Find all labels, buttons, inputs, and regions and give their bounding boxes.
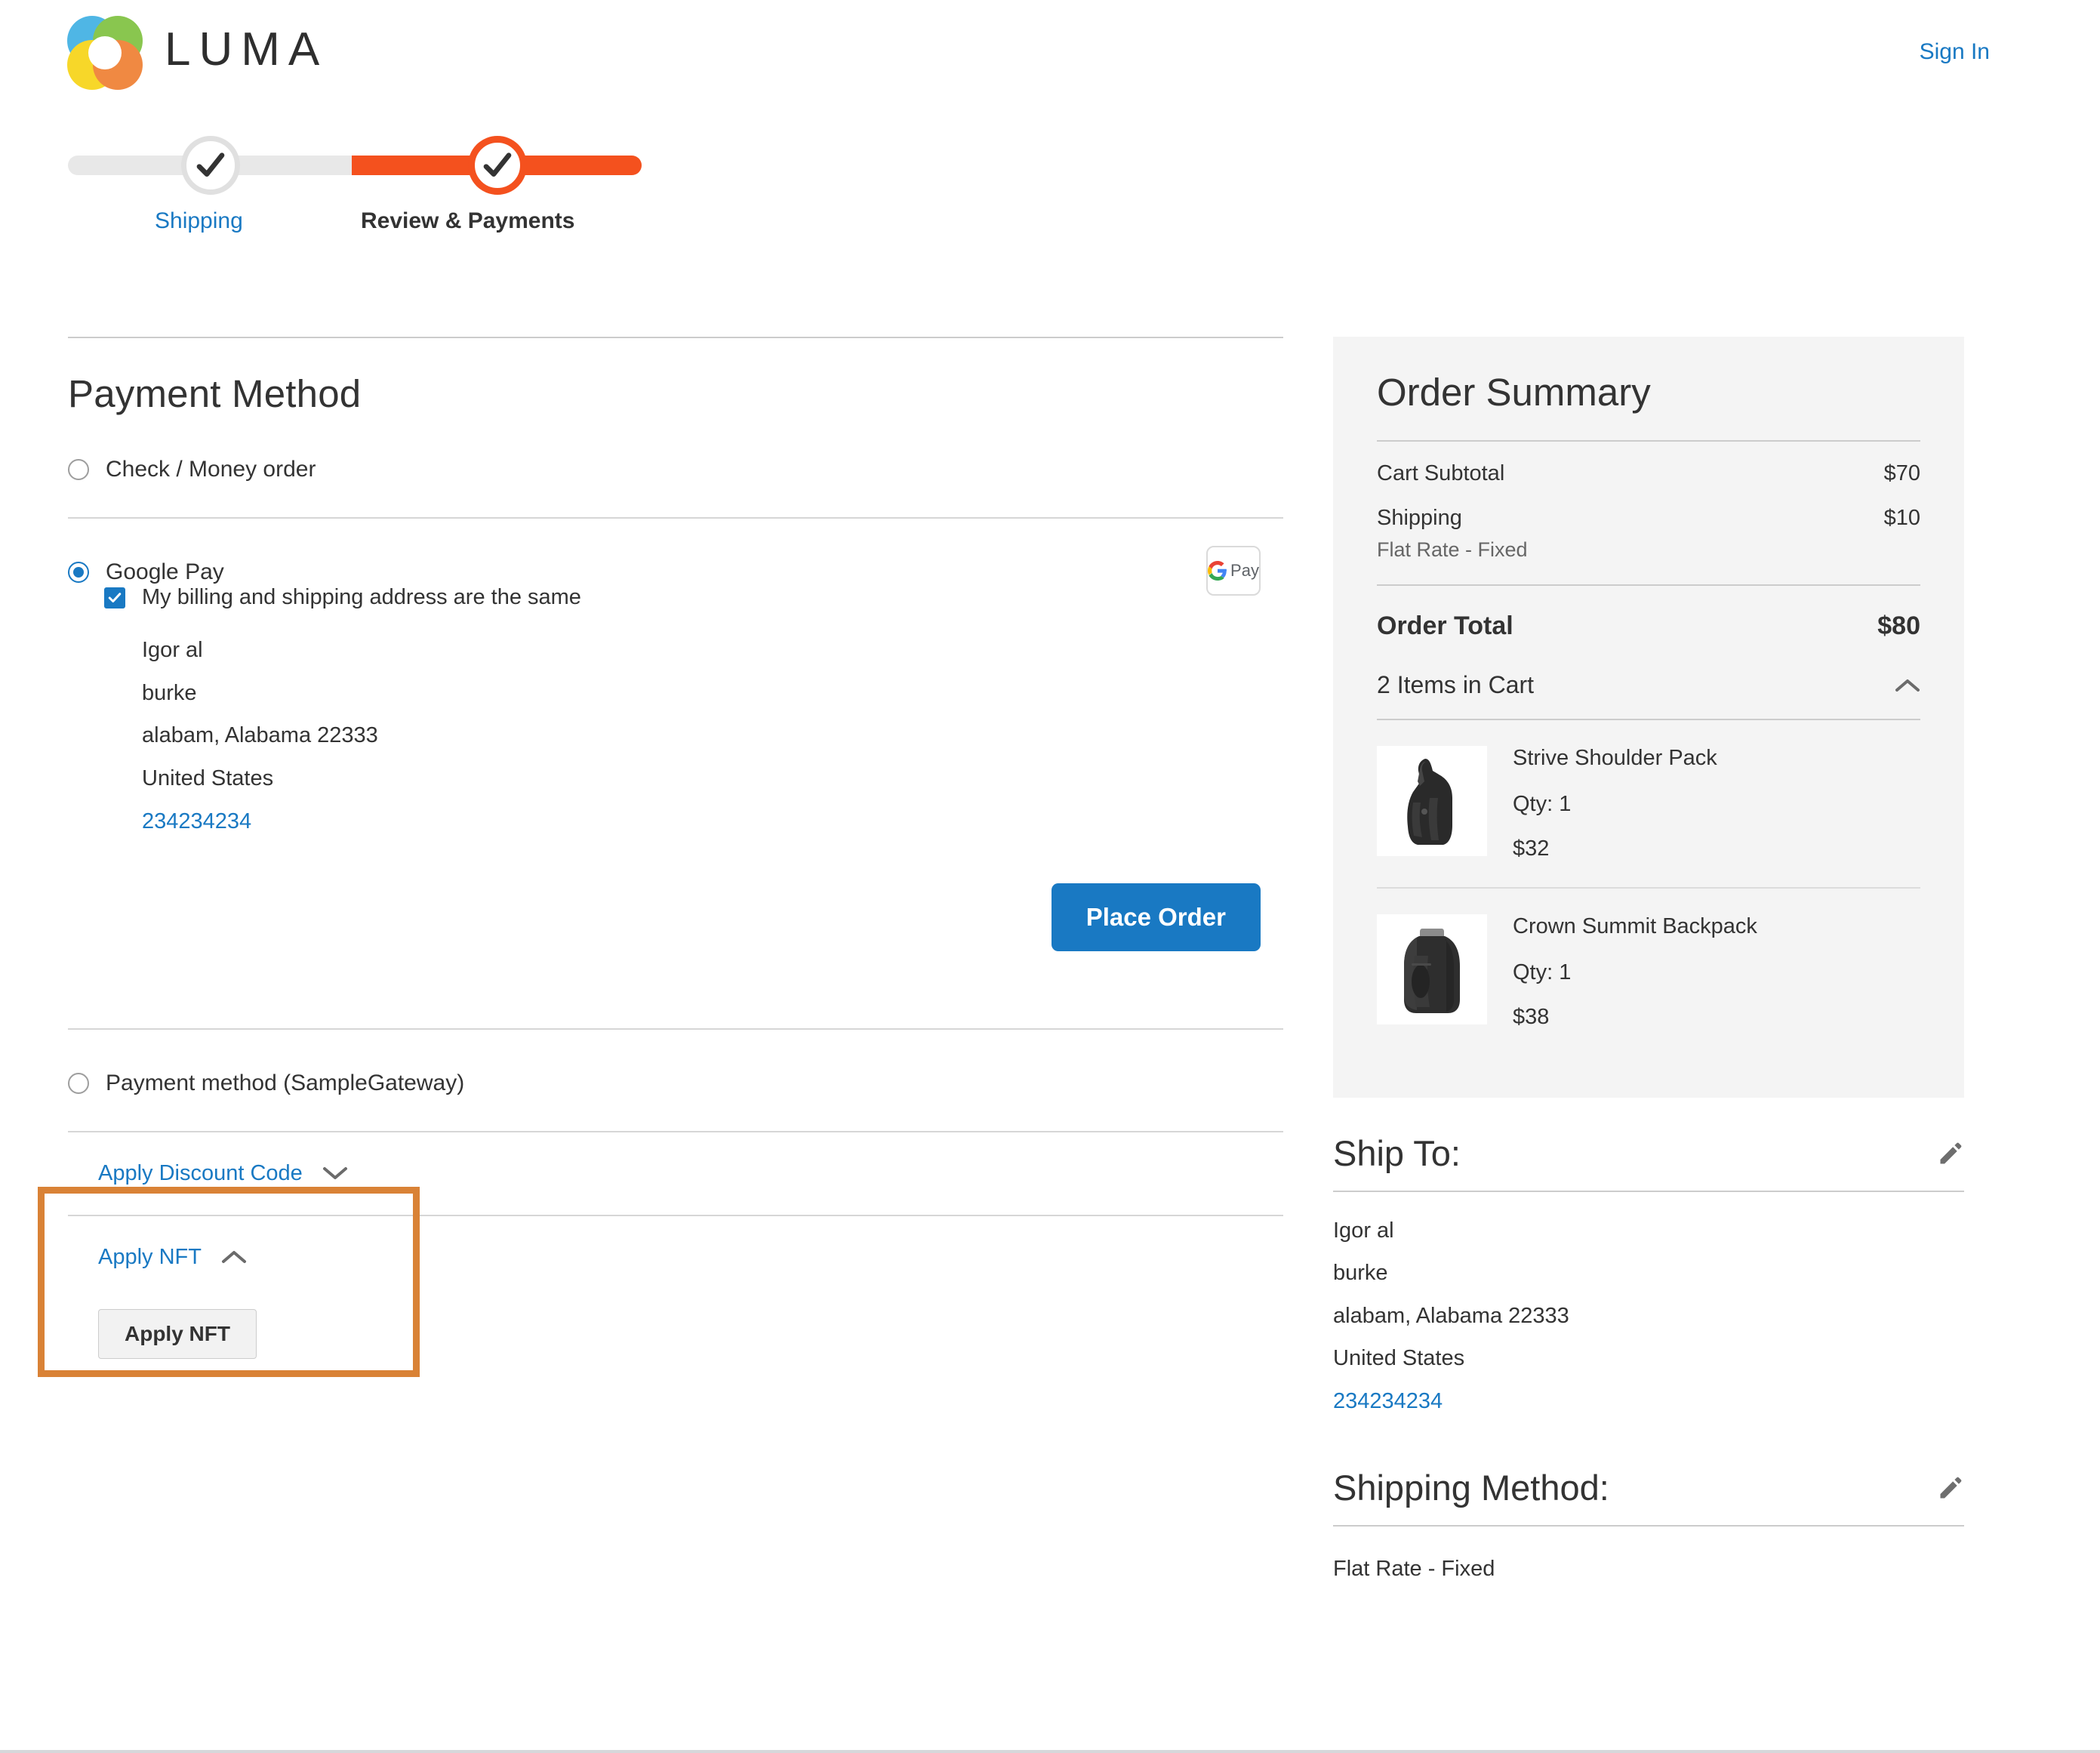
billing-same-as-shipping-label[interactable]: My billing and shipping address are the … <box>142 585 581 610</box>
order-total-label: Order Total <box>1377 612 1513 641</box>
check-icon <box>482 150 513 180</box>
ship-to-block: Ship To: Igor al burke alabam, Alabama 2… <box>1333 1098 1964 1432</box>
sign-in-link[interactable]: Sign In <box>1920 39 1990 65</box>
ship-to-header: Ship To: <box>1333 1132 1964 1191</box>
chevron-up-icon[interactable] <box>1895 678 1920 693</box>
billing-same-as-shipping-row[interactable]: My billing and shipping address are the … <box>104 585 1283 639</box>
summary-line-label: Shipping <box>1377 506 1462 531</box>
payment-option-check-money-order[interactable]: Check / Money order <box>68 416 1283 517</box>
chevron-down-icon[interactable] <box>322 1166 348 1181</box>
order-summary-panel: Order Summary Cart Subtotal $70 Shipping… <box>1333 337 1964 1098</box>
summary-shipping-method-note: Flat Rate - Fixed <box>1377 531 1920 584</box>
cart-item-name: Crown Summit Backpack <box>1513 914 1757 960</box>
billing-country: United States <box>142 767 1283 810</box>
items-in-cart-toggle[interactable]: 2 Items in Cart <box>1377 671 1920 719</box>
radio-check-money-order[interactable] <box>68 459 89 480</box>
ship-to-name: Igor al <box>1333 1219 1964 1262</box>
place-order-button[interactable]: Place Order <box>1052 883 1261 951</box>
ship-to-city-state-zip: alabam, Alabama 22333 <box>1333 1305 1964 1347</box>
cart-item-price: $32 <box>1513 836 1717 861</box>
luma-logo-svg <box>63 14 146 92</box>
cart-item-info: Strive Shoulder Pack Qty: 1 $32 <box>1513 746 1717 861</box>
edit-pencil-icon[interactable] <box>1937 1140 1964 1167</box>
summary-line-cart-subtotal: Cart Subtotal $70 <box>1377 442 1920 486</box>
brand-wordmark: LUMA <box>165 23 328 76</box>
gpay-text-label: Pay <box>1230 561 1259 581</box>
cart-item-price: $38 <box>1513 1005 1757 1030</box>
ship-to-country: United States <box>1333 1347 1964 1389</box>
payment-option-label[interactable]: Check / Money order <box>106 457 316 482</box>
checkbox-billing-same-as-shipping[interactable] <box>104 587 125 608</box>
edit-pencil-icon[interactable] <box>1937 1474 1964 1502</box>
checkout-sidebar: Order Summary Cart Subtotal $70 Shipping… <box>1333 337 1964 1582</box>
payment-option-label[interactable]: Google Pay <box>106 559 224 585</box>
checkout-main-column: Payment Method Check / Money order Googl… <box>68 337 1283 1359</box>
google-g-icon <box>1208 561 1227 581</box>
order-total-value: $80 <box>1877 612 1920 641</box>
apply-nft-toggle[interactable]: Apply NFT <box>98 1216 1283 1299</box>
ship-to-street: burke <box>1333 1262 1964 1304</box>
progress-step-shipping-node[interactable] <box>181 136 240 195</box>
apply-nft-label[interactable]: Apply NFT <box>98 1245 202 1270</box>
summary-line-value: $70 <box>1884 461 1920 486</box>
items-in-cart-label[interactable]: 2 Items in Cart <box>1377 671 1534 699</box>
luma-logo-icon <box>63 14 146 92</box>
payment-option-google-pay[interactable]: Google Pay Pay My billing and shipping a… <box>68 519 1283 1028</box>
apply-nft-button[interactable]: Apply NFT <box>98 1309 257 1359</box>
apply-discount-code-label[interactable]: Apply Discount Code <box>98 1161 303 1186</box>
cart-item: Crown Summit Backpack Qty: 1 $38 <box>1377 887 1920 1055</box>
page-title: Payment Method <box>68 338 1283 416</box>
shipping-method-title: Shipping Method: <box>1333 1467 1609 1508</box>
checkout-progress-bar: Shipping Review & Payments <box>0 136 2100 242</box>
progress-label-review-payments: Review & Payments <box>361 208 574 234</box>
backpack-image <box>1383 917 1481 1022</box>
ship-to-phone[interactable]: 234234234 <box>1333 1390 1964 1432</box>
ship-to-title: Ship To: <box>1333 1132 1461 1174</box>
place-order-row: Place Order <box>68 853 1283 994</box>
summary-order-total: Order Total $80 <box>1377 586 1920 671</box>
shipping-method-value: Flat Rate - Fixed <box>1333 1527 1964 1582</box>
summary-line-shipping: Shipping $10 <box>1377 486 1920 531</box>
billing-address-block: My billing and shipping address are the … <box>68 585 1283 853</box>
order-summary-title: Order Summary <box>1377 370 1920 414</box>
summary-line-value: $10 <box>1884 506 1920 531</box>
progress-step-review-node[interactable] <box>468 136 527 195</box>
billing-street: burke <box>142 682 1283 725</box>
crown-summit-backpack-thumbnail-icon <box>1377 914 1487 1024</box>
billing-name: Igor al <box>142 639 1283 682</box>
cart-item-name: Strive Shoulder Pack <box>1513 746 1717 792</box>
google-pay-badge-icon: Pay <box>1206 546 1261 596</box>
check-icon <box>196 150 226 180</box>
ship-to-address: Igor al burke alabam, Alabama 22333 Unit… <box>1333 1192 1964 1432</box>
payment-option-sample-gateway[interactable]: Payment method (SampleGateway) <box>68 1030 1283 1131</box>
check-icon <box>108 591 122 605</box>
progress-label-shipping[interactable]: Shipping <box>155 208 243 234</box>
page-header: LUMA Sign In <box>0 0 2100 113</box>
billing-city-state-zip: alabam, Alabama 22333 <box>142 724 1283 767</box>
radio-google-pay[interactable] <box>68 562 89 583</box>
chevron-up-icon[interactable] <box>221 1249 247 1265</box>
payment-option-label[interactable]: Payment method (SampleGateway) <box>106 1071 464 1096</box>
radio-sample-gateway[interactable] <box>68 1073 89 1094</box>
apply-nft-section: Apply NFT Apply NFT <box>68 1216 1283 1359</box>
cart-item-info: Crown Summit Backpack Qty: 1 $38 <box>1513 914 1757 1030</box>
shipping-method-block: Shipping Method: Flat Rate - Fixed <box>1333 1432 1964 1582</box>
apply-discount-code-toggle[interactable]: Apply Discount Code <box>68 1132 1283 1215</box>
cart-item-qty: Qty: 1 <box>1513 960 1757 1005</box>
cart-item: Strive Shoulder Pack Qty: 1 $32 <box>1377 720 1920 887</box>
strive-shoulder-pack-thumbnail-icon <box>1377 746 1487 856</box>
billing-phone[interactable]: 234234234 <box>142 810 1283 853</box>
shoulder-pack-image <box>1383 748 1481 854</box>
billing-address-text: Igor al burke alabam, Alabama 22333 Unit… <box>104 639 1283 853</box>
cart-item-qty: Qty: 1 <box>1513 792 1717 836</box>
shipping-method-header: Shipping Method: <box>1333 1467 1964 1525</box>
summary-line-label: Cart Subtotal <box>1377 461 1504 486</box>
